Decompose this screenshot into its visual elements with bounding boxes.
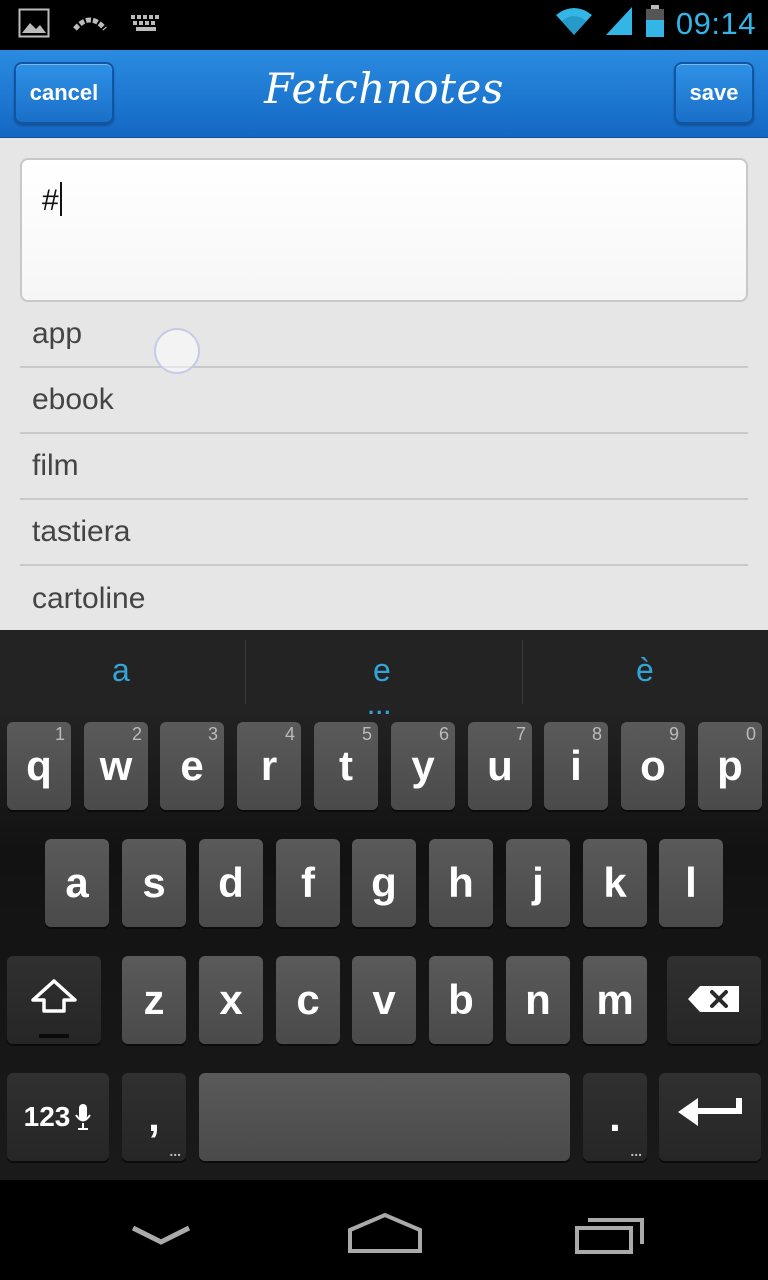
tag-suggestion-item[interactable]: film — [20, 434, 748, 500]
key-b[interactable]: b — [429, 956, 493, 1044]
key-x[interactable]: x — [199, 956, 263, 1044]
candidate-e[interactable]: e — [373, 652, 391, 689]
key-w[interactable]: w2 — [84, 722, 148, 810]
navigation-bar — [0, 1180, 768, 1280]
touch-indicator — [154, 328, 200, 374]
key-d[interactable]: d — [199, 839, 263, 927]
home-icon[interactable] — [347, 1212, 423, 1259]
key-s[interactable]: s — [122, 839, 186, 927]
cell-signal-icon — [604, 5, 634, 42]
wifi-icon — [554, 5, 594, 42]
battery-icon — [644, 4, 666, 43]
soft-keyboard: a e ... è q1 w2 e3 r4 t5 y6 u7 i8 o9 p0 … — [0, 630, 768, 1180]
key-z[interactable]: z — [122, 956, 186, 1044]
key-p[interactable]: p0 — [698, 722, 762, 810]
key-j[interactable]: j — [506, 839, 570, 927]
key-g[interactable]: g — [352, 839, 416, 927]
key-c[interactable]: c — [276, 956, 340, 1044]
key-n[interactable]: n — [506, 956, 570, 1044]
tag-suggestion-item[interactable]: app — [20, 302, 748, 368]
save-button[interactable]: save — [674, 62, 754, 124]
candidate-bar: a e ... è — [0, 630, 768, 719]
candidate-divider — [245, 640, 246, 704]
candidate-a[interactable]: a — [112, 652, 130, 689]
key-o[interactable]: o9 — [621, 722, 685, 810]
tag-suggestion-item[interactable]: ebook — [20, 368, 748, 434]
gallery-icon — [18, 8, 50, 43]
key-q[interactable]: q1 — [7, 722, 71, 810]
status-bar: 09:14 — [0, 0, 768, 50]
tag-suggestion-list: app ebook film tastiera cartoline — [20, 302, 748, 632]
key-i[interactable]: i8 — [544, 722, 608, 810]
key-k[interactable]: k — [583, 839, 647, 927]
key-v[interactable]: v — [352, 956, 416, 1044]
app-title: Fetchnotes — [264, 64, 504, 113]
candidate-divider — [522, 640, 523, 704]
key-a[interactable]: a — [45, 839, 109, 927]
symbols-key[interactable]: 123 — [7, 1073, 109, 1161]
note-text-field[interactable]: # — [20, 158, 748, 302]
enter-key[interactable] — [659, 1073, 761, 1161]
key-e[interactable]: e3 — [160, 722, 224, 810]
shift-key[interactable] — [7, 956, 101, 1044]
key-l[interactable]: l — [659, 839, 723, 927]
text-cursor — [59, 182, 62, 216]
key-u[interactable]: u7 — [468, 722, 532, 810]
key-y[interactable]: y6 — [391, 722, 455, 810]
clock: 09:14 — [675, 5, 756, 41]
recent-apps-icon[interactable] — [574, 1216, 646, 1261]
shift-lock-indicator — [39, 1034, 69, 1038]
candidate-e-grave[interactable]: è — [636, 652, 654, 689]
microphone-icon — [74, 1102, 92, 1132]
more-candidates-indicator: ... — [368, 694, 393, 719]
keyboard-icon — [130, 13, 162, 38]
key-r[interactable]: r4 — [237, 722, 301, 810]
tag-suggestion-item[interactable]: tastiera — [20, 500, 748, 566]
shift-icon — [30, 976, 78, 1024]
tag-suggestion-item[interactable]: cartoline — [20, 566, 748, 632]
comma-key[interactable]: ,... — [122, 1073, 186, 1161]
backspace-icon — [686, 976, 742, 1024]
period-key[interactable]: .... — [583, 1073, 647, 1161]
note-editor-area: # app ebook film tastiera cartoline — [0, 138, 768, 630]
key-f[interactable]: f — [276, 839, 340, 927]
note-text: # — [42, 184, 59, 217]
enter-icon — [674, 1092, 746, 1142]
signal-arc-icon — [72, 13, 108, 38]
key-t[interactable]: t5 — [314, 722, 378, 810]
key-m[interactable]: m — [583, 956, 647, 1044]
key-h[interactable]: h — [429, 839, 493, 927]
backspace-key[interactable] — [667, 956, 761, 1044]
space-bar[interactable] — [199, 1073, 570, 1161]
back-icon[interactable] — [130, 1224, 192, 1253]
action-bar: cancel Fetchnotes save — [0, 50, 768, 138]
